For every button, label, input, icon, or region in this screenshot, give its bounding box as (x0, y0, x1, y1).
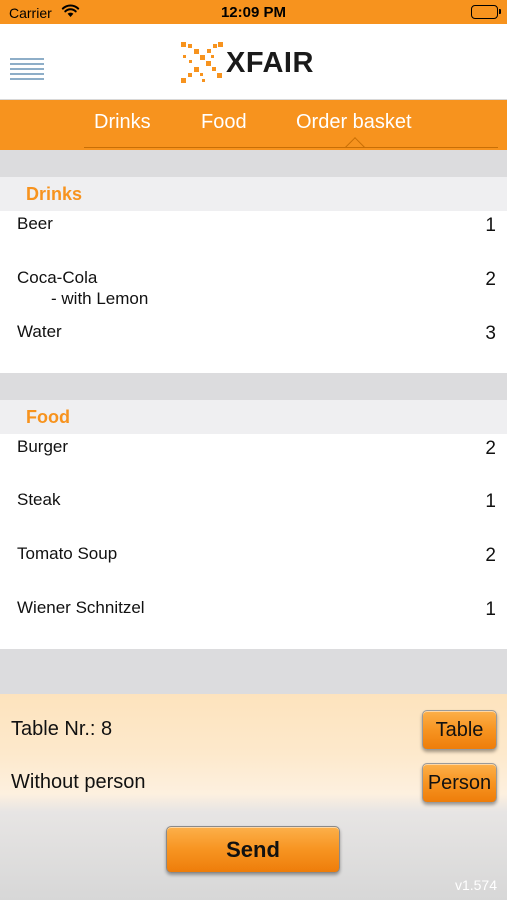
hamburger-menu-icon[interactable] (10, 58, 44, 82)
section-header-drinks: Drinks (0, 177, 507, 211)
tab-underline (84, 147, 498, 148)
item-name: Coca-Cola (17, 268, 98, 287)
item-quantity: 2 (485, 545, 496, 566)
battery-icon (471, 5, 501, 19)
person-button[interactable]: Person (422, 763, 497, 803)
item-name: Water (17, 322, 62, 341)
xfair-logo: XFAIR (180, 41, 314, 85)
tab-drinks[interactable]: Drinks (94, 111, 151, 134)
section-header-food: Food (0, 400, 507, 434)
item-name: Burger (17, 437, 69, 456)
tab-order-basket[interactable]: Order basket (296, 111, 412, 134)
tab-food[interactable]: Food (201, 111, 247, 134)
person-label: Without person (11, 771, 146, 793)
send-button[interactable]: Send (166, 826, 340, 873)
item-quantity: 3 (485, 323, 496, 344)
item-quantity: 1 (485, 215, 496, 236)
status-time: 12:09 PM (220, 4, 287, 21)
app-header: XFAIR (0, 24, 507, 100)
item-name: Beer (17, 214, 53, 233)
item-name: Tomato Soup (17, 544, 118, 563)
logo-text: XFAIR (226, 46, 314, 79)
section-separator (0, 150, 507, 177)
status-bar: Carrier 12:09 PM (0, 0, 507, 24)
section-title: Food (26, 407, 70, 427)
section-separator (0, 373, 507, 400)
tab-bar: Drinks Food Order basket (0, 100, 507, 150)
section-separator (0, 649, 507, 694)
table-button[interactable]: Table (422, 710, 497, 750)
item-name: Wiener Schnitzel (17, 598, 145, 617)
item-quantity: 1 (485, 599, 496, 620)
item-quantity: 2 (485, 438, 496, 459)
item-note: - with Lemon (51, 289, 149, 308)
version-label: v1.574 (454, 877, 497, 893)
xfair-logo-mark-icon (181, 42, 223, 83)
table-number-label: Table Nr.: 8 (11, 718, 113, 740)
item-quantity: 2 (485, 269, 496, 290)
item-name: Steak (17, 490, 61, 509)
section-title: Drinks (26, 184, 83, 204)
item-quantity: 1 (485, 491, 496, 512)
